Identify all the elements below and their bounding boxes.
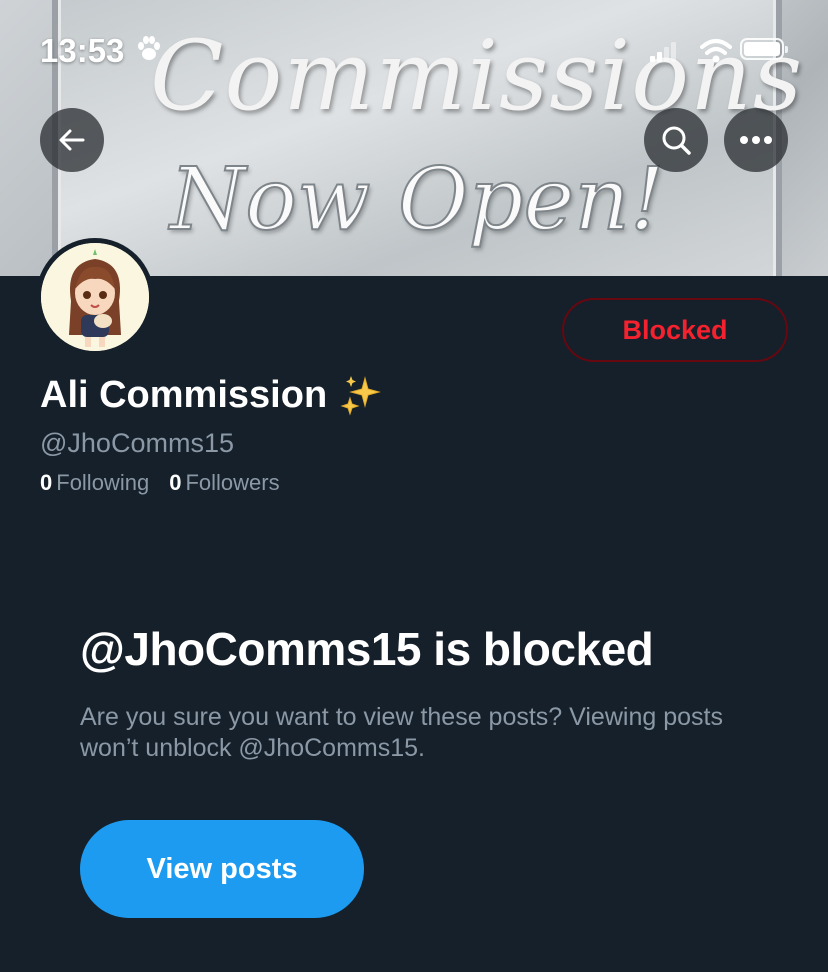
avatar-image xyxy=(41,243,149,351)
banner-text-line2: Now Open! xyxy=(169,149,665,251)
more-horizontal-icon xyxy=(740,136,772,144)
paw-icon xyxy=(138,36,160,60)
blocked-notice-description: Are you sure you want to view these post… xyxy=(80,703,723,762)
followers-link[interactable]: 0 Followers xyxy=(169,470,279,496)
view-posts-button[interactable]: View posts xyxy=(80,820,364,918)
status-time: 13:53 xyxy=(40,32,125,69)
battery-icon xyxy=(740,38,788,60)
following-label: Following xyxy=(56,470,150,495)
following-link[interactable]: 0 Following xyxy=(40,470,149,496)
more-options-button[interactable] xyxy=(724,108,788,172)
avatar-illustration xyxy=(41,243,149,351)
followers-label: Followers xyxy=(185,470,280,495)
display-name: Ali Commission xyxy=(40,372,385,418)
back-button[interactable] xyxy=(40,108,104,172)
blocked-button[interactable]: Blocked xyxy=(562,298,788,362)
sparkles-icon xyxy=(340,376,382,416)
blocked-notice-title: @JhoComms15 is blocked xyxy=(80,623,654,675)
wifi-icon xyxy=(700,39,732,63)
profile-handle: @JhoComms15 xyxy=(40,428,234,458)
status-bar: 13:53 xyxy=(0,0,828,100)
search-icon xyxy=(662,126,691,155)
display-name-text: Ali Commission xyxy=(40,373,328,416)
arrow-left-icon xyxy=(59,129,85,151)
cellular-signal-icon xyxy=(650,42,676,62)
search-button[interactable] xyxy=(644,108,708,172)
following-count: 0 xyxy=(40,470,53,495)
follow-stats: 0 Following 0 Followers xyxy=(40,470,280,496)
avatar[interactable] xyxy=(36,238,154,356)
followers-count: 0 xyxy=(169,470,182,495)
